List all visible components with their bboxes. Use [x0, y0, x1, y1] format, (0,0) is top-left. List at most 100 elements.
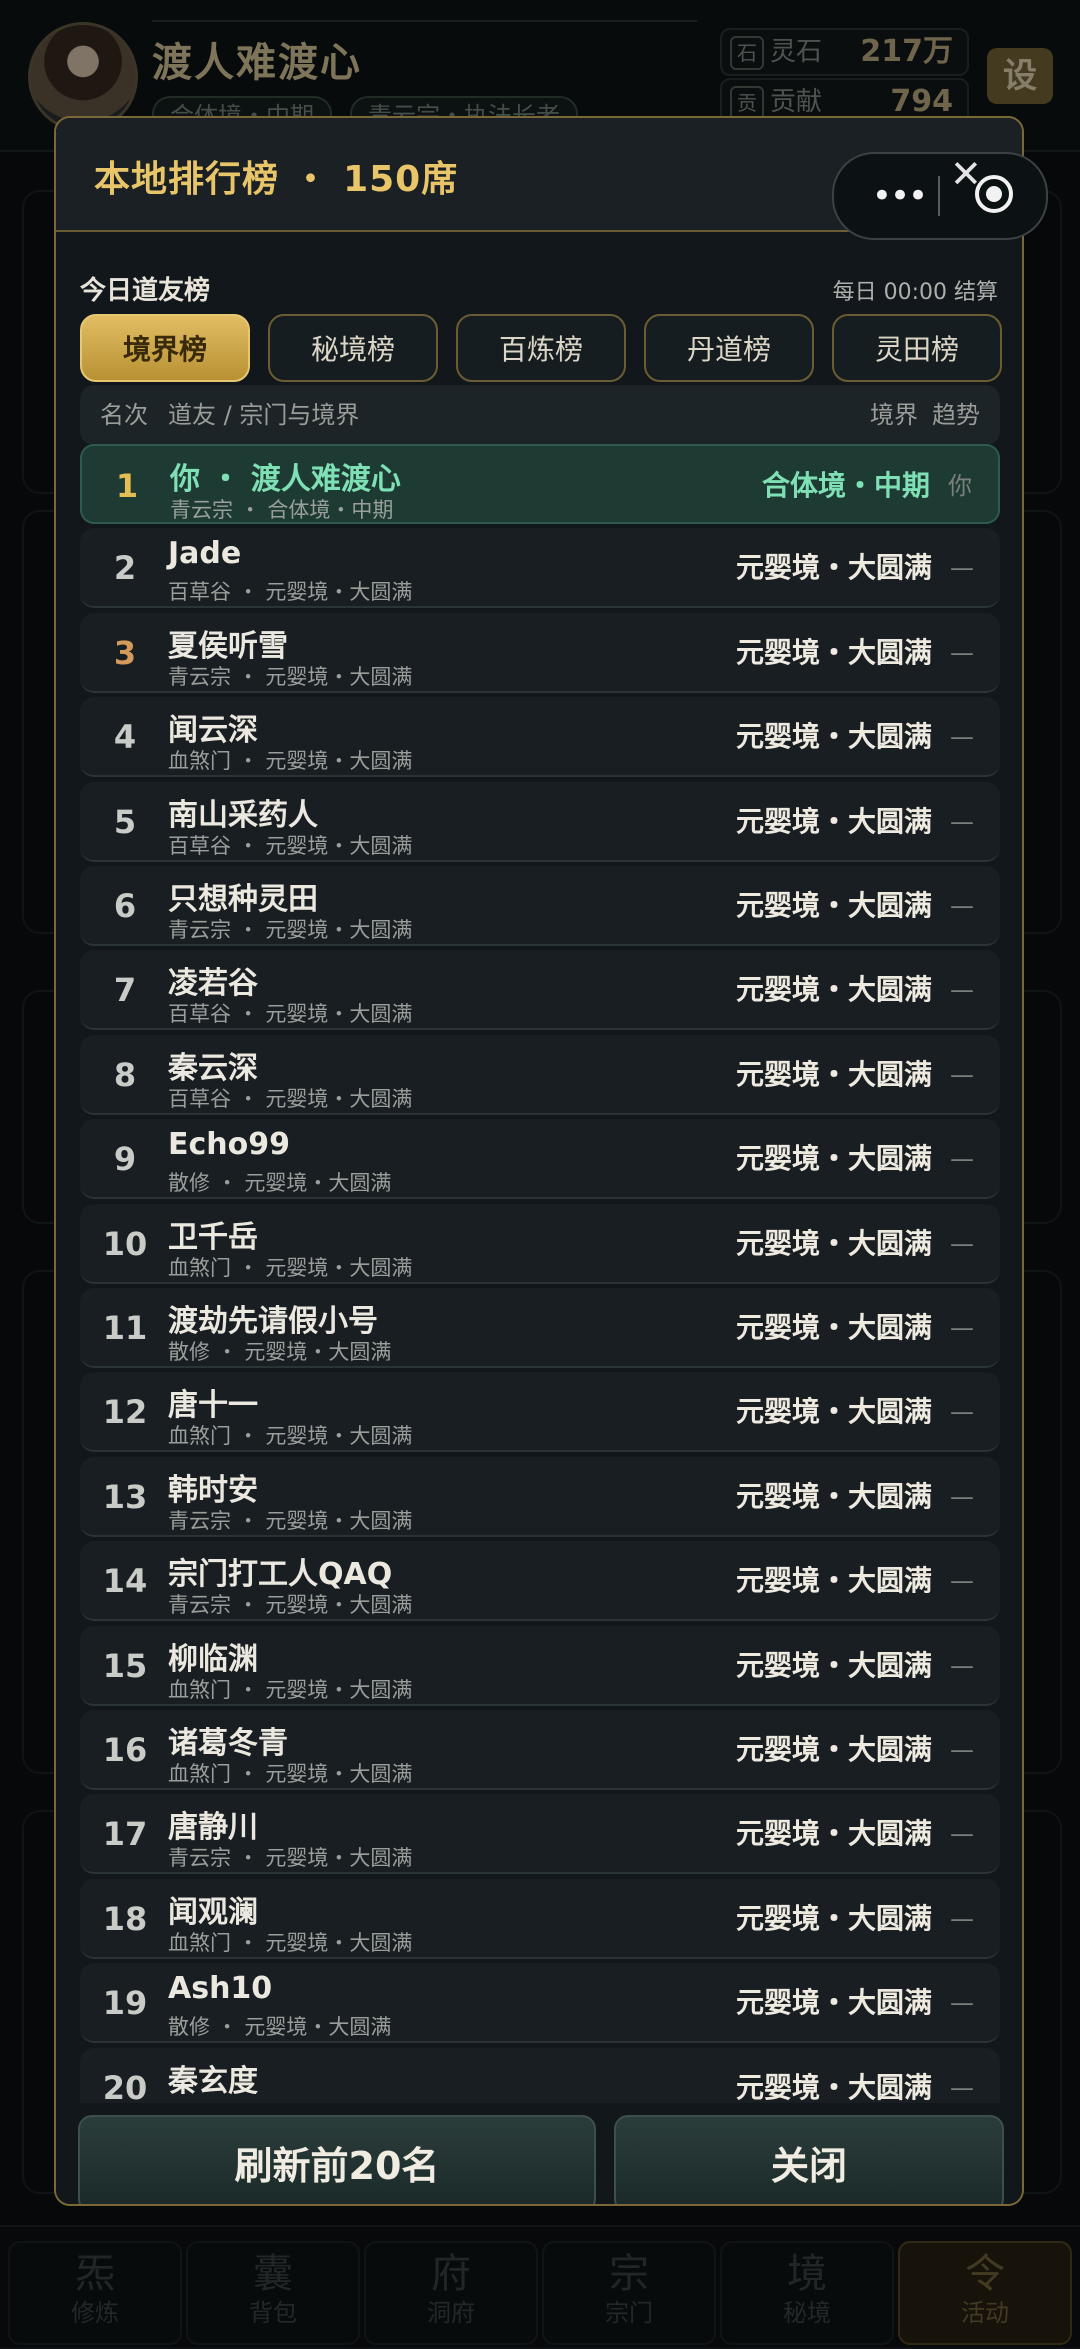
rank-number: 9: [113, 1140, 137, 1179]
rank-row[interactable]: 8 秦云深 百草谷 ・ 元婴境・大圆满 元婴境・大圆满 —: [80, 1034, 1000, 1115]
player-name: 卫千岳: [168, 1219, 258, 1255]
trend-indicator: —: [950, 723, 974, 752]
realm-value: 元婴境・大圆满: [735, 1142, 932, 1176]
trend-indicator: —: [950, 554, 974, 583]
modal-title: 本地排行榜 ・ 150席: [94, 159, 459, 200]
player-name: Echo99: [168, 1127, 290, 1163]
realm-value: 元婴境・大圆满: [735, 1479, 932, 1513]
sect-and-realm: 青云宗 ・ 元婴境・大圆满: [168, 918, 413, 942]
realm-value: 元婴境・大圆满: [735, 1226, 932, 1260]
player-name: 唐静川: [168, 1810, 258, 1846]
sect-and-realm: 血煞门 ・ 元婴境・大圆满: [168, 1424, 413, 1449]
rank-row[interactable]: 9 Echo99 散修 ・ 元婴境・大圆满 元婴境・大圆满 —: [80, 1119, 1000, 1200]
tab-spirit-field[interactable]: 灵田榜: [832, 314, 1002, 382]
rank-row[interactable]: 2 Jade 百草谷 ・ 元婴境・大圆满 元婴境・大圆满 —: [80, 528, 1000, 609]
close-icon[interactable]: ✕: [950, 152, 982, 196]
rank-number: 6: [113, 887, 137, 925]
rank-row[interactable]: 14 宗门打工人QAQ 青云宗 ・ 元婴境・大圆满 元婴境・大圆满 —: [80, 1541, 1000, 1622]
rank-row[interactable]: 10 卫千岳 血煞门 ・ 元婴境・大圆满 元婴境・大圆满 —: [80, 1203, 1000, 1284]
trend-indicator: —: [950, 892, 974, 920]
refresh-top20-button[interactable]: 刷新前20名: [78, 2115, 596, 2204]
sect-and-realm: 散修 ・ 元婴境・大圆满: [168, 2015, 392, 2040]
column-trend: 趋势: [932, 401, 980, 429]
realm-value: 元婴境・大圆满: [735, 889, 932, 922]
rank-number: 19: [102, 1984, 148, 2023]
trend-indicator: —: [950, 1820, 974, 1849]
close-button[interactable]: 关闭: [614, 2115, 1004, 2204]
rank-row[interactable]: 4 闻云深 血煞门 ・ 元婴境・大圆满 元婴境・大圆满 —: [80, 697, 1000, 778]
settle-time-note: 每日 00:00 结算: [832, 280, 998, 305]
player-name: 韩时安: [168, 1472, 258, 1508]
realm-value: 元婴境・大圆满: [735, 1564, 932, 1598]
sect-and-realm: 青云宗 ・ 元婴境・大圆满: [168, 664, 413, 689]
rank-row[interactable]: 19 Ash10 散修 ・ 元婴境・大圆满 元婴境・大圆满 —: [80, 1963, 1000, 2044]
my-rank-row[interactable]: 1 你 ・ 渡人难渡心 青云宗 ・ 合体境・中期 合体境・中期你: [80, 444, 1000, 524]
rank-row[interactable]: 5 南山采药人 百草谷 ・ 元婴境・大圆满 元婴境・大圆满 —: [80, 781, 1000, 862]
trend-indicator: —: [950, 1145, 974, 1174]
trend-indicator: —: [950, 976, 974, 1005]
column-realm: 境界: [870, 401, 918, 429]
realm-value: 元婴境・大圆满: [735, 973, 932, 1007]
player-name: 闻云深: [168, 713, 258, 749]
rank-row[interactable]: 13 韩时安 青云宗 ・ 元婴境・大圆满 元婴境・大圆满 —: [80, 1456, 1000, 1537]
trend-indicator: —: [950, 1651, 974, 1680]
trend-indicator: 你: [948, 472, 972, 500]
rank-row[interactable]: 17 唐静川 青云宗 ・ 元婴境・大圆满 元婴境・大圆满 —: [80, 1794, 1000, 1875]
rank-number: 14: [102, 1562, 148, 1601]
sect-and-realm: 血煞门 ・ 元婴境・大圆满: [168, 1930, 413, 1955]
sect-and-realm: 百草谷 ・ 元婴境・大圆满: [168, 580, 413, 605]
rank-row[interactable]: 12 唐十一 血煞门 ・ 元婴境・大圆满 元婴境・大圆满 —: [80, 1372, 1000, 1453]
player-name: 秦云深: [168, 1050, 258, 1086]
tab-refining[interactable]: 百炼榜: [456, 314, 626, 382]
tab-secret-realm[interactable]: 秘境榜: [268, 314, 438, 382]
player-name: 秦玄度: [168, 2063, 258, 2099]
sect-and-realm: 血煞门 ・ 元婴境・大圆满: [168, 1677, 413, 1702]
modal-footer: 刷新前20名 关闭: [56, 2103, 1022, 2204]
rank-number: 16: [102, 1731, 148, 1769]
realm-value: 元婴境・大圆满: [735, 804, 932, 838]
rank-number: 8: [113, 1055, 137, 1094]
ranking-list[interactable]: 1 你 ・ 渡人难渡心 青云宗 ・ 合体境・中期 合体境・中期你 2 Jade 百草谷 ・ …: [80, 444, 1000, 2204]
sect-and-realm: 百草谷 ・ 元婴境・大圆满: [168, 833, 413, 858]
more-dots-icon[interactable]: •••: [856, 154, 942, 238]
sect-and-realm: 青云宗 ・ 合体境・中期: [170, 498, 394, 522]
player-name: 唐十一: [168, 1388, 258, 1424]
trend-indicator: —: [950, 1398, 974, 1427]
rank-number: 4: [113, 718, 137, 757]
rank-row[interactable]: 6 只想种灵田 青云宗 ・ 元婴境・大圆满 元婴境・大圆满 —: [80, 866, 1000, 946]
rank-number: 5: [113, 802, 137, 841]
rank-row[interactable]: 7 凌若谷 百草谷 ・ 元婴境・大圆满 元婴境・大圆满 —: [80, 950, 1000, 1031]
sect-and-realm: 青云宗 ・ 元婴境・大圆满: [168, 1846, 413, 1871]
trend-indicator: —: [950, 1904, 974, 1933]
column-player: 道友 / 宗门与境界: [168, 401, 360, 429]
realm-value: 元婴境・大圆满: [735, 1648, 932, 1682]
rank-number: 12: [102, 1393, 148, 1432]
trend-indicator: —: [950, 807, 974, 836]
realm-value: 元婴境・大圆满: [735, 1057, 932, 1091]
sect-and-realm: 百草谷 ・ 元婴境・大圆满: [168, 1002, 413, 1027]
realm-value: 元婴境・大圆满: [735, 1311, 932, 1344]
tab-realm[interactable]: 境界榜: [80, 314, 250, 382]
player-name: Ash10: [168, 1971, 273, 2007]
trend-indicator: —: [950, 1482, 974, 1511]
tab-alchemy[interactable]: 丹道榜: [644, 314, 814, 382]
realm-value: 合体境・中期: [761, 469, 930, 502]
rank-row[interactable]: 18 闻观澜 血煞门 ・ 元婴境・大圆满 元婴境・大圆满 —: [80, 1878, 1000, 1959]
player-name: 只想种灵田: [168, 882, 318, 917]
trend-indicator: —: [950, 1229, 974, 1258]
rank-row[interactable]: 3 夏侯听雪 青云宗 ・ 元婴境・大圆满 元婴境・大圆满 —: [80, 612, 1000, 693]
rank-number: 3: [113, 633, 137, 672]
mini-program-capsule: •••: [832, 152, 1048, 240]
rank-row[interactable]: 11 渡劫先请假小号 散修 ・ 元婴境・大圆满 元婴境・大圆满 —: [80, 1288, 1000, 1368]
realm-value: 元婴境・大圆满: [735, 1733, 932, 1766]
trend-indicator: —: [950, 1567, 974, 1596]
realm-value: 元婴境・大圆满: [735, 551, 932, 585]
player-name: 南山采药人: [168, 797, 318, 833]
sect-and-realm: 青云宗 ・ 元婴境・大圆满: [168, 1508, 413, 1533]
realm-value: 元婴境・大圆满: [735, 635, 932, 669]
rank-row[interactable]: 15 柳临渊 血煞门 ・ 元婴境・大圆满 元婴境・大圆满 —: [80, 1625, 1000, 1706]
rank-number: 11: [102, 1309, 148, 1347]
player-name: Jade: [168, 536, 242, 572]
rank-row[interactable]: 16 诸葛冬青 血煞门 ・ 元婴境・大圆满 元婴境・大圆满 —: [80, 1710, 1000, 1790]
rank-number: 10: [102, 1224, 148, 1263]
